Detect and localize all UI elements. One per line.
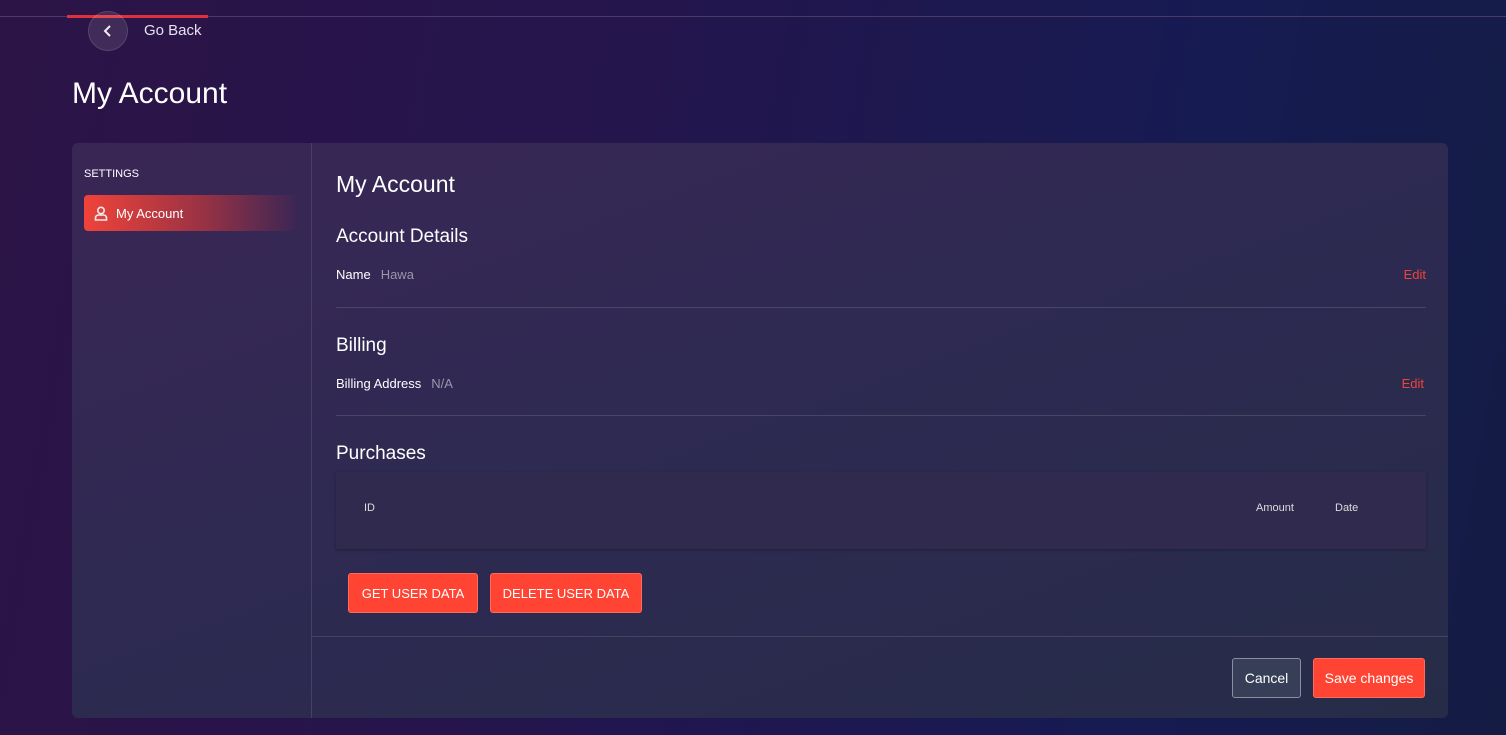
purchases-heading: Purchases: [336, 443, 426, 464]
column-header-amount: Amount: [1256, 502, 1294, 514]
account-details-heading: Account Details: [336, 226, 469, 247]
settings-sidebar: SETTINGS My Account: [72, 143, 312, 718]
name-value: Hawa: [380, 267, 414, 282]
delete-user-data-button[interactable]: DELETE USER DATA: [490, 573, 642, 613]
sidebar-item-label: My Account: [116, 205, 184, 221]
name-row: Name Hawa Edit: [336, 267, 1426, 282]
divider: [336, 415, 1426, 416]
page-title: My Account: [72, 77, 228, 110]
edit-name-link[interactable]: Edit: [1404, 267, 1426, 282]
sidebar-item-my-account[interactable]: My Account: [84, 195, 298, 231]
settings-card: SETTINGS My Account My Account Account D…: [72, 143, 1448, 718]
cancel-button[interactable]: Cancel: [1232, 658, 1301, 698]
column-header-date: Date: [1335, 502, 1359, 514]
billing-row: Billing Address N/A Edit: [336, 376, 1426, 391]
column-header-id: ID: [364, 502, 375, 514]
divider: [336, 307, 1426, 308]
billing-address-label: Billing Address: [336, 376, 422, 391]
top-divider: [0, 16, 1506, 17]
active-indicator: [67, 15, 208, 18]
section-title: My Account: [336, 171, 455, 197]
sidebar-heading: SETTINGS: [84, 168, 140, 180]
edit-billing-link[interactable]: Edit: [1402, 376, 1424, 391]
purchases-table: ID Amount Date: [336, 472, 1426, 549]
footer-divider: [312, 636, 1448, 637]
billing-address-value: N/A: [431, 376, 453, 391]
go-back-button[interactable]: [88, 11, 128, 51]
go-back-link[interactable]: Go Back: [144, 22, 202, 39]
chevron-left-icon: [103, 25, 111, 37]
get-user-data-button[interactable]: GET USER DATA: [348, 573, 478, 613]
save-changes-button[interactable]: Save changes: [1313, 658, 1425, 698]
billing-heading: Billing: [336, 335, 387, 356]
user-icon: [94, 205, 108, 221]
name-label: Name: [336, 267, 371, 282]
